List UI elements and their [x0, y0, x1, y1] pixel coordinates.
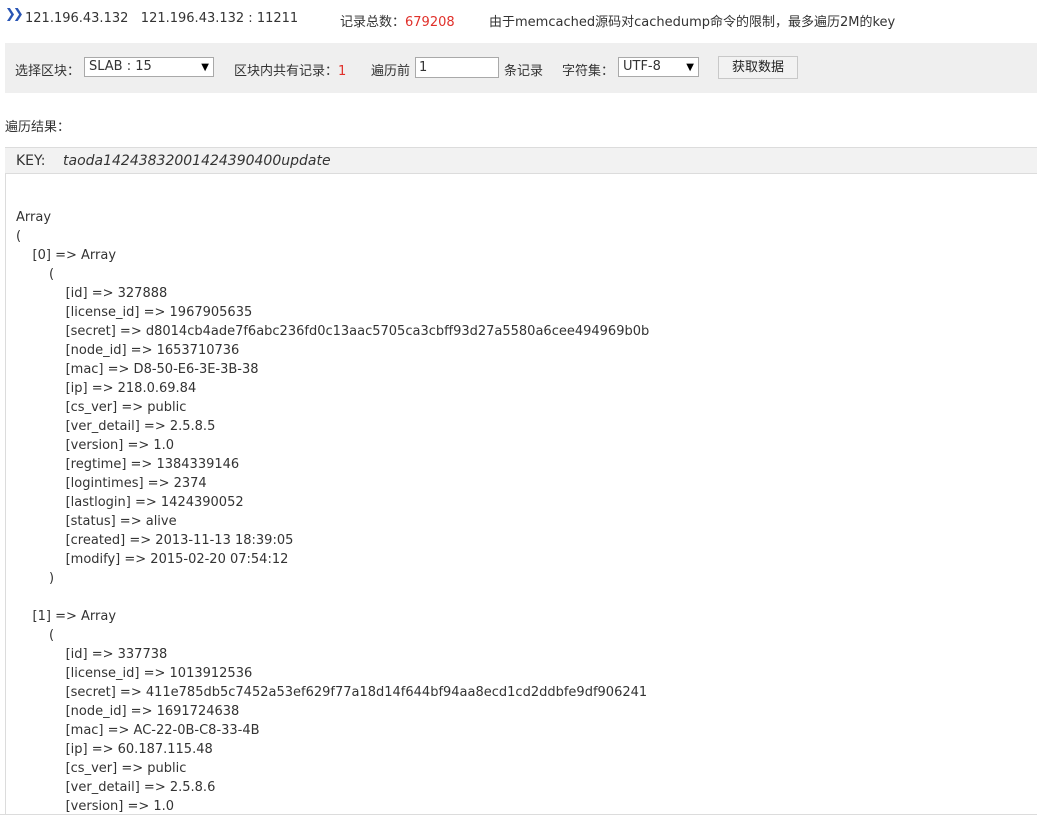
dump-line: [mac] => D8-50-E6-3E-3B-38 — [16, 362, 259, 377]
dump-line: [cs_ver] => public — [16, 761, 187, 776]
dump-line: [license_id] => 1967905635 — [16, 305, 253, 320]
dump-line: [logintimes] => 2374 — [16, 476, 207, 491]
dump-line: ( — [16, 267, 55, 282]
dump-line: [0] => Array — [16, 248, 117, 263]
chevron-down-icon: ▼ — [201, 62, 209, 73]
record-total-value: 679208 — [405, 15, 455, 30]
result-label: 遍历结果： — [5, 120, 71, 135]
dump-line: [regtime] => 1384339146 — [16, 457, 240, 472]
chevron-down-icon: ▼ — [686, 62, 694, 73]
dump-line: [1] => Array — [16, 609, 117, 624]
dump-line: [version] => 1.0 — [16, 799, 175, 814]
dump-line: [modify] => 2015-02-20 07:54:12 — [16, 552, 289, 567]
dump-line: [license_id] => 1013912536 — [16, 666, 253, 681]
dump-line: ( — [16, 229, 22, 244]
dump-line: [node_id] => 1691724638 — [16, 704, 240, 719]
dump-line: [lastlogin] => 1424390052 — [16, 495, 244, 510]
server-host: 121.196.43.132 — [25, 11, 129, 26]
result-panel: Array ( [0] => Array ( [id] => 327888 [li… — [5, 174, 1037, 814]
slab-select-value: SLAB : 15 — [89, 59, 152, 74]
limit-note: 由于memcached源码对cachedump命令的限制，最多遍历2M的key — [489, 15, 896, 30]
charset-label: 字符集： — [562, 64, 615, 79]
key-header: KEY: taoda14243832001424390400update — [5, 147, 1037, 174]
bottom-divider — [0, 814, 1037, 815]
dump-line: [ver_detail] => 2.5.8.5 — [16, 419, 216, 434]
dump-line: [node_id] => 1653710736 — [16, 343, 240, 358]
query-toolbar: 选择区块： SLAB : 15 ▼ 区块内共有记录：1 遍历前 1 条记录 字符… — [5, 43, 1037, 93]
iterate-count-value: 1 — [419, 60, 428, 75]
dump-line: [secret] => 411e785db5c7452a53ef629f77a1… — [16, 685, 648, 700]
double-chevron-right-icon: ❯❯ — [5, 7, 24, 22]
record-total-label: 记录总数： — [340, 15, 406, 30]
dump-line: [ver_detail] => 2.5.8.6 — [16, 780, 216, 795]
slab-select[interactable]: SLAB : 15 ▼ — [84, 57, 214, 77]
fetch-data-button[interactable]: 获取数据 — [718, 56, 798, 79]
dump-line: [cs_ver] => public — [16, 400, 187, 415]
top-info-bar: ❯❯ 121.196.43.132 121.196.43.132 : 11211… — [0, 0, 1037, 38]
dump-line: ) — [16, 571, 55, 586]
slab-label: 选择区块： — [15, 64, 81, 79]
dump-line: [mac] => AC-22-0B-C8-33-4B — [16, 723, 260, 738]
dump-line — [16, 588, 649, 607]
server-host-port: 121.196.43.132 : 11211 — [140, 11, 299, 26]
charset-select[interactable]: UTF-8 ▼ — [618, 57, 699, 77]
dump-line: [ip] => 218.0.69.84 — [16, 381, 197, 396]
dump-line: [ip] => 60.187.115.48 — [16, 742, 213, 757]
iterate-suffix: 条记录 — [504, 64, 544, 79]
block-count-label: 区块内共有记录： — [234, 64, 339, 79]
server-address: 121.196.43.132 121.196.43.132 : 11211 — [25, 11, 298, 26]
dump-line: [secret] => d8014cb4ade7f6abc236fd0c13aa… — [16, 324, 650, 339]
block-count: 区块内共有记录：1 — [234, 60, 346, 79]
record-total: 记录总数：679208 — [340, 11, 455, 30]
dump-line: [created] => 2013-11-13 18:39:05 — [16, 533, 294, 548]
dump-line: [version] => 1.0 — [16, 438, 175, 453]
key-value: taoda14243832001424390400update — [63, 153, 331, 169]
array-dump: Array ( [0] => Array ( [id] => 327888 [li… — [16, 208, 649, 814]
charset-select-value: UTF-8 — [623, 59, 661, 74]
dump-line: [id] => 327888 — [16, 286, 168, 301]
dump-line: [status] => alive — [16, 514, 177, 529]
key-label: KEY: — [16, 153, 46, 169]
dump-line: [id] => 337738 — [16, 647, 168, 662]
block-count-value: 1 — [338, 64, 347, 79]
dump-line: ( — [16, 628, 55, 643]
dump-line: Array — [16, 210, 52, 225]
iterate-count-input[interactable]: 1 — [415, 57, 499, 78]
iterate-label: 遍历前 — [371, 64, 411, 79]
